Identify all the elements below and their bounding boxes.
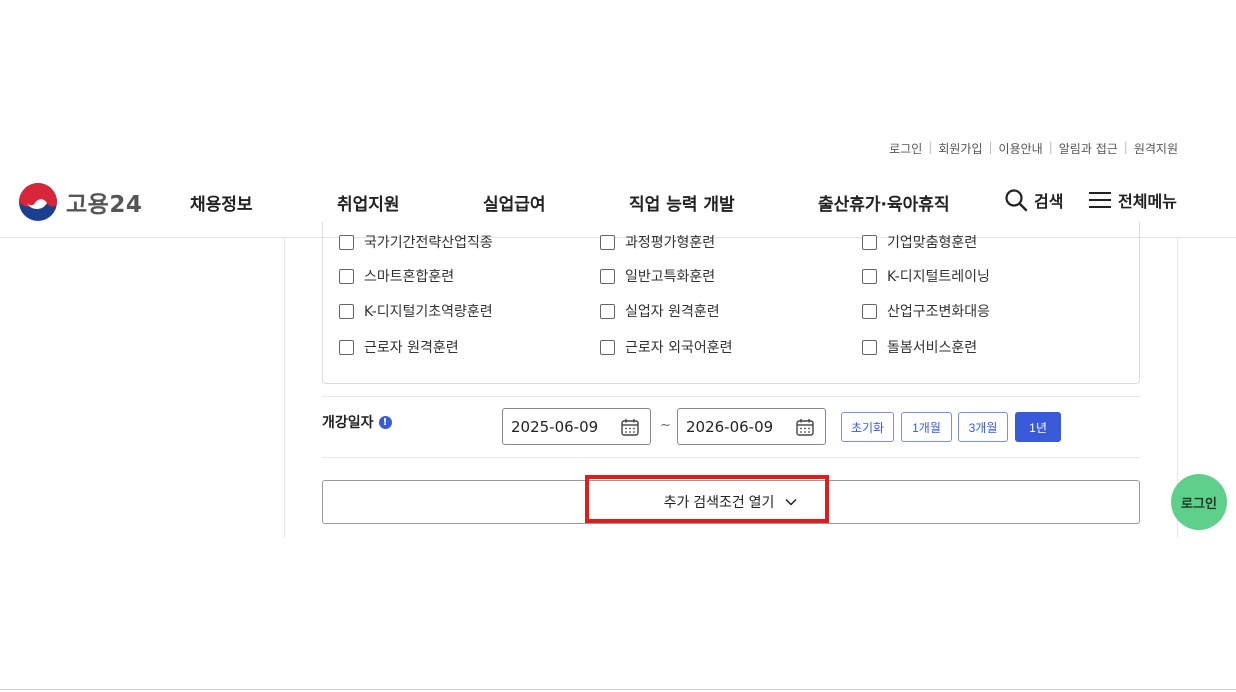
nav-item-parental-leave[interactable]: 출산휴가·육아휴직	[818, 190, 950, 215]
checkbox-general-high-school[interactable]: 일반고특화훈련	[600, 266, 715, 286]
date-range-separator: ~	[660, 418, 671, 433]
start-date-input[interactable]: 2025-06-09	[502, 408, 651, 445]
calendar-icon[interactable]	[795, 417, 815, 437]
checkbox-course-evaluation[interactable]: 과정평가형훈련	[600, 232, 715, 252]
reset-period-button[interactable]: 초기화	[841, 412, 894, 442]
checkbox-k-digital-training[interactable]: K-디지털트레이닝	[862, 266, 990, 286]
checkbox-square-icon[interactable]	[600, 234, 615, 250]
checkbox-unemployed-remote[interactable]: 실업자 원격훈련	[600, 301, 720, 321]
search-button[interactable]: 검색	[1004, 188, 1063, 212]
checkbox-national-strategic[interactable]: 국가기간전략산업직종	[339, 232, 493, 252]
period-3-months-button[interactable]: 3개월	[958, 412, 1008, 442]
page-bottom-edge	[0, 689, 1236, 690]
nav-item-unemployment-benefits[interactable]: 실업급여	[483, 190, 546, 215]
checkbox-care-service[interactable]: 돌봄서비스훈련	[862, 337, 977, 357]
nav-item-jobs[interactable]: 채용정보	[190, 190, 253, 215]
utility-links: 로그인 | 회원가입 | 이용안내 | 알림과 접근 | 원격지원	[889, 140, 1178, 154]
checkbox-square-icon[interactable]	[339, 339, 354, 355]
government-emblem-icon	[19, 183, 57, 221]
checkbox-square-icon[interactable]	[862, 268, 877, 284]
open-additional-search-button[interactable]: 추가 검색조건 열기	[322, 480, 1140, 524]
full-menu-label: 전체메뉴	[1118, 192, 1177, 211]
site-logo[interactable]: 고용24	[18, 182, 142, 222]
search-icon	[1005, 189, 1028, 212]
logo-text: 고용24	[66, 192, 143, 218]
checkbox-industrial-restructuring[interactable]: 산업구조변화대응	[862, 301, 990, 321]
checkbox-square-icon[interactable]	[862, 339, 877, 355]
training-type-checkbox-group: 국가기간전략산업직종 과정평가형훈련 기업맞춤형훈련 스마트혼합훈련 일반고특화…	[322, 222, 1140, 384]
period-1-year-button[interactable]: 1년	[1015, 412, 1061, 442]
checkbox-square-icon[interactable]	[600, 303, 615, 319]
checkbox-smart-blended[interactable]: 스마트혼합훈련	[339, 266, 454, 286]
full-menu-button[interactable]: 전체메뉴	[1088, 188, 1177, 212]
checkbox-square-icon[interactable]	[600, 268, 615, 284]
util-link-guide[interactable]: 이용안내	[999, 140, 1043, 154]
hamburger-menu-icon	[1089, 192, 1111, 208]
end-date-input[interactable]: 2026-06-09	[677, 408, 826, 445]
checkbox-square-icon[interactable]	[339, 268, 354, 284]
nav-item-vocational-training[interactable]: 직업 능력 개발	[629, 190, 735, 215]
checkbox-square-icon[interactable]	[339, 234, 354, 250]
nav-item-employment-support[interactable]: 취업지원	[337, 190, 400, 215]
divider	[322, 396, 1140, 397]
chevron-down-icon	[785, 498, 797, 506]
util-link-access[interactable]: 알림과 접근	[1059, 140, 1118, 154]
info-icon[interactable]: !	[378, 415, 392, 429]
divider	[322, 457, 1140, 458]
checkbox-square-icon[interactable]	[862, 234, 877, 250]
util-link-signup[interactable]: 회원가입	[938, 140, 982, 154]
start-date-label: 개강일자 !	[322, 412, 392, 432]
panel-border-left	[284, 238, 285, 538]
util-link-remote[interactable]: 원격지원	[1134, 140, 1178, 154]
checkbox-company-customized[interactable]: 기업맞춤형훈련	[862, 232, 977, 252]
login-floating-button[interactable]: 로그인	[1171, 474, 1227, 530]
checkbox-worker-foreign-language[interactable]: 근로자 외국어훈련	[600, 337, 733, 357]
search-label: 검색	[1034, 192, 1064, 211]
checkbox-square-icon[interactable]	[862, 303, 877, 319]
calendar-icon[interactable]	[620, 417, 640, 437]
checkbox-square-icon[interactable]	[600, 339, 615, 355]
checkbox-worker-remote[interactable]: 근로자 원격훈련	[339, 337, 459, 357]
checkbox-k-digital-basic[interactable]: K-디지털기초역량훈련	[339, 301, 493, 321]
page: 로그인 | 회원가입 | 이용안내 | 알림과 접근 | 원격지원 고용24 채용정보 …	[0, 0, 1236, 692]
period-1-month-button[interactable]: 1개월	[901, 412, 952, 442]
util-link-login[interactable]: 로그인	[889, 140, 922, 154]
checkbox-square-icon[interactable]	[339, 303, 354, 319]
